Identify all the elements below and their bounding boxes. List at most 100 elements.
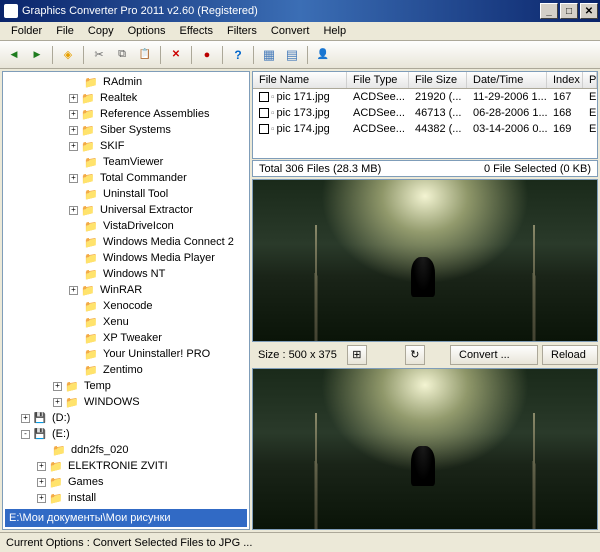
- menu-options[interactable]: Options: [121, 23, 173, 39]
- tree-label[interactable]: XP Tweaker: [101, 332, 164, 344]
- reload-button[interactable]: Reload: [542, 345, 598, 365]
- tree-node[interactable]: Uninstall Tool: [5, 186, 247, 202]
- preview-top[interactable]: [252, 179, 598, 342]
- file-list[interactable]: File Name File Type File Size Date/Time …: [252, 71, 598, 159]
- preview-bottom[interactable]: [252, 368, 598, 531]
- expand-icon[interactable]: +: [37, 478, 46, 487]
- tree-node[interactable]: +install: [5, 490, 247, 506]
- tree-label[interactable]: Windows Media Player: [101, 252, 217, 264]
- file-list-body[interactable]: pic 171.jpgACDSee...21920 (...11-29-2006…: [253, 89, 597, 158]
- expand-icon[interactable]: +: [53, 382, 62, 391]
- menu-convert[interactable]: Convert: [264, 23, 317, 39]
- expand-icon[interactable]: +: [69, 286, 78, 295]
- tree-node[interactable]: + ELEKTRONIE ZVITI: [5, 458, 247, 474]
- tree-label[interactable]: SKIF: [98, 140, 126, 152]
- folder-tree[interactable]: RAdmin + Realtek + Reference Assemblies + Sibe…: [3, 72, 249, 507]
- back-button[interactable]: [4, 45, 24, 65]
- tree-label[interactable]: Windows NT: [101, 268, 167, 280]
- tree-node[interactable]: + Siber Systems: [5, 122, 247, 138]
- tree-node[interactable]: + WinRAR: [5, 282, 247, 298]
- tree-label[interactable]: Xenu: [101, 316, 131, 328]
- tool-favorites-icon[interactable]: [58, 45, 78, 65]
- paste-icon[interactable]: [135, 45, 155, 65]
- tree-node[interactable]: Your Uninstaller! PRO: [5, 346, 247, 362]
- tree-label[interactable]: Total Commander: [98, 172, 189, 184]
- tree-node[interactable]: + Reference Assemblies: [5, 106, 247, 122]
- tree-label[interactable]: (D:): [50, 412, 72, 424]
- expand-icon[interactable]: +: [37, 494, 46, 503]
- col-datetime[interactable]: Date/Time: [467, 72, 547, 88]
- tree-node[interactable]: VistaDriveIcon: [5, 218, 247, 234]
- tree-label[interactable]: VistaDriveIcon: [101, 220, 176, 232]
- convert-button[interactable]: Convert ...: [450, 345, 538, 365]
- tree-label[interactable]: TeamViewer: [101, 156, 165, 168]
- tree-label[interactable]: Universal Extractor: [98, 204, 195, 216]
- tree-label[interactable]: Temp: [82, 380, 113, 392]
- expand-icon[interactable]: +: [69, 110, 78, 119]
- checkbox[interactable]: [259, 124, 269, 134]
- tool-rotate-icon[interactable]: ↻: [405, 345, 425, 365]
- collapse-icon[interactable]: -: [21, 430, 30, 439]
- table-row[interactable]: pic 171.jpgACDSee...21920 (...11-29-2006…: [253, 89, 597, 105]
- menu-help[interactable]: Help: [316, 23, 353, 39]
- tree-node[interactable]: +Universal Extractor: [5, 202, 247, 218]
- expand-icon[interactable]: +: [69, 126, 78, 135]
- tree-node[interactable]: Xenu: [5, 314, 247, 330]
- tree-label[interactable]: ELEKTRONIE ZVITI: [66, 460, 170, 472]
- tree-label[interactable]: ddn2fs_020: [69, 444, 131, 456]
- menu-file[interactable]: File: [49, 23, 81, 39]
- tree-node[interactable]: XP Tweaker: [5, 330, 247, 346]
- tree-node[interactable]: Xenocode: [5, 298, 247, 314]
- tree-node[interactable]: + Total Commander: [5, 170, 247, 186]
- table-row[interactable]: pic 173.jpgACDSee...46713 (...06-28-2006…: [253, 105, 597, 121]
- menu-filters[interactable]: Filters: [220, 23, 264, 39]
- help-icon[interactable]: [228, 45, 248, 65]
- tree-label[interactable]: Realtek: [98, 92, 139, 104]
- minimize-button[interactable]: _: [540, 3, 558, 19]
- expand-icon[interactable]: +: [21, 414, 30, 423]
- tree-label[interactable]: Xenocode: [101, 300, 155, 312]
- checkbox[interactable]: [259, 108, 269, 118]
- tree-node[interactable]: Windows Media Connect 2: [5, 234, 247, 250]
- tree-label[interactable]: RAdmin: [101, 76, 144, 88]
- forward-button[interactable]: [27, 45, 47, 65]
- tree-label[interactable]: (E:): [50, 428, 72, 440]
- expand-icon[interactable]: +: [37, 462, 46, 471]
- tree-label[interactable]: WinRAR: [98, 284, 144, 296]
- view-list-icon[interactable]: [282, 45, 302, 65]
- tree-label[interactable]: Windows Media Connect 2: [101, 236, 236, 248]
- view-grid-icon[interactable]: [259, 45, 279, 65]
- maximize-button[interactable]: □: [560, 3, 578, 19]
- tool-convert-icon[interactable]: [197, 45, 217, 65]
- tree-node[interactable]: + Realtek: [5, 90, 247, 106]
- expand-icon[interactable]: +: [69, 174, 78, 183]
- delete-icon[interactable]: [166, 45, 186, 65]
- close-button[interactable]: ✕: [580, 3, 598, 19]
- tree-node[interactable]: + (D:): [5, 410, 247, 426]
- menu-folder[interactable]: Folder: [4, 23, 49, 39]
- col-filename[interactable]: File Name: [253, 72, 347, 88]
- col-index[interactable]: Index: [547, 72, 583, 88]
- checkbox[interactable]: [259, 92, 269, 102]
- titlebar[interactable]: Graphics Converter Pro 2011 v2.60 (Regis…: [0, 0, 600, 22]
- tree-label[interactable]: Reference Assemblies: [98, 108, 211, 120]
- col-path[interactable]: Path: [583, 72, 597, 88]
- path-bar[interactable]: E:\Мои документы\Мои рисунки: [5, 509, 247, 527]
- copy-icon[interactable]: [112, 45, 132, 65]
- tree-node[interactable]: RAdmin: [5, 74, 247, 90]
- tree-node[interactable]: +SKIF: [5, 138, 247, 154]
- tree-node[interactable]: +WINDOWS: [5, 394, 247, 410]
- tree-node[interactable]: New Album 2012: [5, 506, 247, 507]
- expand-icon[interactable]: +: [69, 94, 78, 103]
- tree-node[interactable]: + Temp: [5, 378, 247, 394]
- user-icon[interactable]: [313, 45, 333, 65]
- table-row[interactable]: pic 174.jpgACDSee...44382 (...03-14-2006…: [253, 121, 597, 137]
- tree-label[interactable]: Zentimo: [101, 364, 145, 376]
- tree-node[interactable]: Zentimo: [5, 362, 247, 378]
- tree-label[interactable]: Siber Systems: [98, 124, 173, 136]
- menu-copy[interactable]: Copy: [81, 23, 121, 39]
- col-filesize[interactable]: File Size: [409, 72, 467, 88]
- tree-node[interactable]: - (E:): [5, 426, 247, 442]
- tree-label[interactable]: WINDOWS: [82, 396, 142, 408]
- tree-label[interactable]: Your Uninstaller! PRO: [101, 348, 212, 360]
